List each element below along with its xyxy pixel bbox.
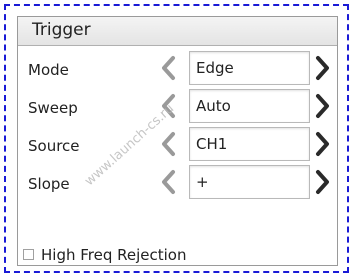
slope-value-field[interactable]: + bbox=[189, 165, 310, 199]
mode-value-field[interactable]: Edge bbox=[189, 51, 310, 85]
panel-title: Trigger bbox=[32, 20, 91, 40]
panel-header: Trigger bbox=[18, 17, 337, 46]
source-value-field[interactable]: CH1 bbox=[189, 127, 310, 161]
trigger-panel: Trigger Mode Edge Sweep Auto Source CH1 … bbox=[17, 16, 338, 266]
chevron-left-icon bbox=[162, 94, 175, 118]
source-prev-button[interactable] bbox=[159, 130, 177, 158]
sweep-next-button[interactable] bbox=[314, 92, 332, 120]
sweep-value: Auto bbox=[196, 97, 231, 115]
slope-next-button[interactable] bbox=[314, 168, 332, 196]
mode-next-button[interactable] bbox=[314, 54, 332, 82]
source-next-button[interactable] bbox=[314, 130, 332, 158]
slope-label: Slope bbox=[28, 175, 70, 193]
chevron-right-icon bbox=[316, 170, 329, 194]
high-freq-rejection-checkbox[interactable] bbox=[23, 249, 34, 260]
chevron-left-icon bbox=[162, 170, 175, 194]
sweep-prev-button[interactable] bbox=[159, 92, 177, 120]
slope-value: + bbox=[196, 173, 209, 191]
high-freq-rejection-label: High Freq Rejection bbox=[41, 246, 187, 264]
mode-prev-button[interactable] bbox=[159, 54, 177, 82]
chevron-left-icon bbox=[162, 132, 175, 156]
sweep-value-field[interactable]: Auto bbox=[189, 89, 310, 123]
mode-label: Mode bbox=[28, 61, 69, 79]
chevron-right-icon bbox=[316, 132, 329, 156]
source-value: CH1 bbox=[196, 135, 228, 153]
source-label: Source bbox=[28, 137, 80, 155]
chevron-right-icon bbox=[316, 56, 329, 80]
chevron-right-icon bbox=[316, 94, 329, 118]
chevron-left-icon bbox=[162, 56, 175, 80]
mode-value: Edge bbox=[196, 59, 234, 77]
sweep-label: Sweep bbox=[28, 99, 78, 117]
slope-prev-button[interactable] bbox=[159, 168, 177, 196]
